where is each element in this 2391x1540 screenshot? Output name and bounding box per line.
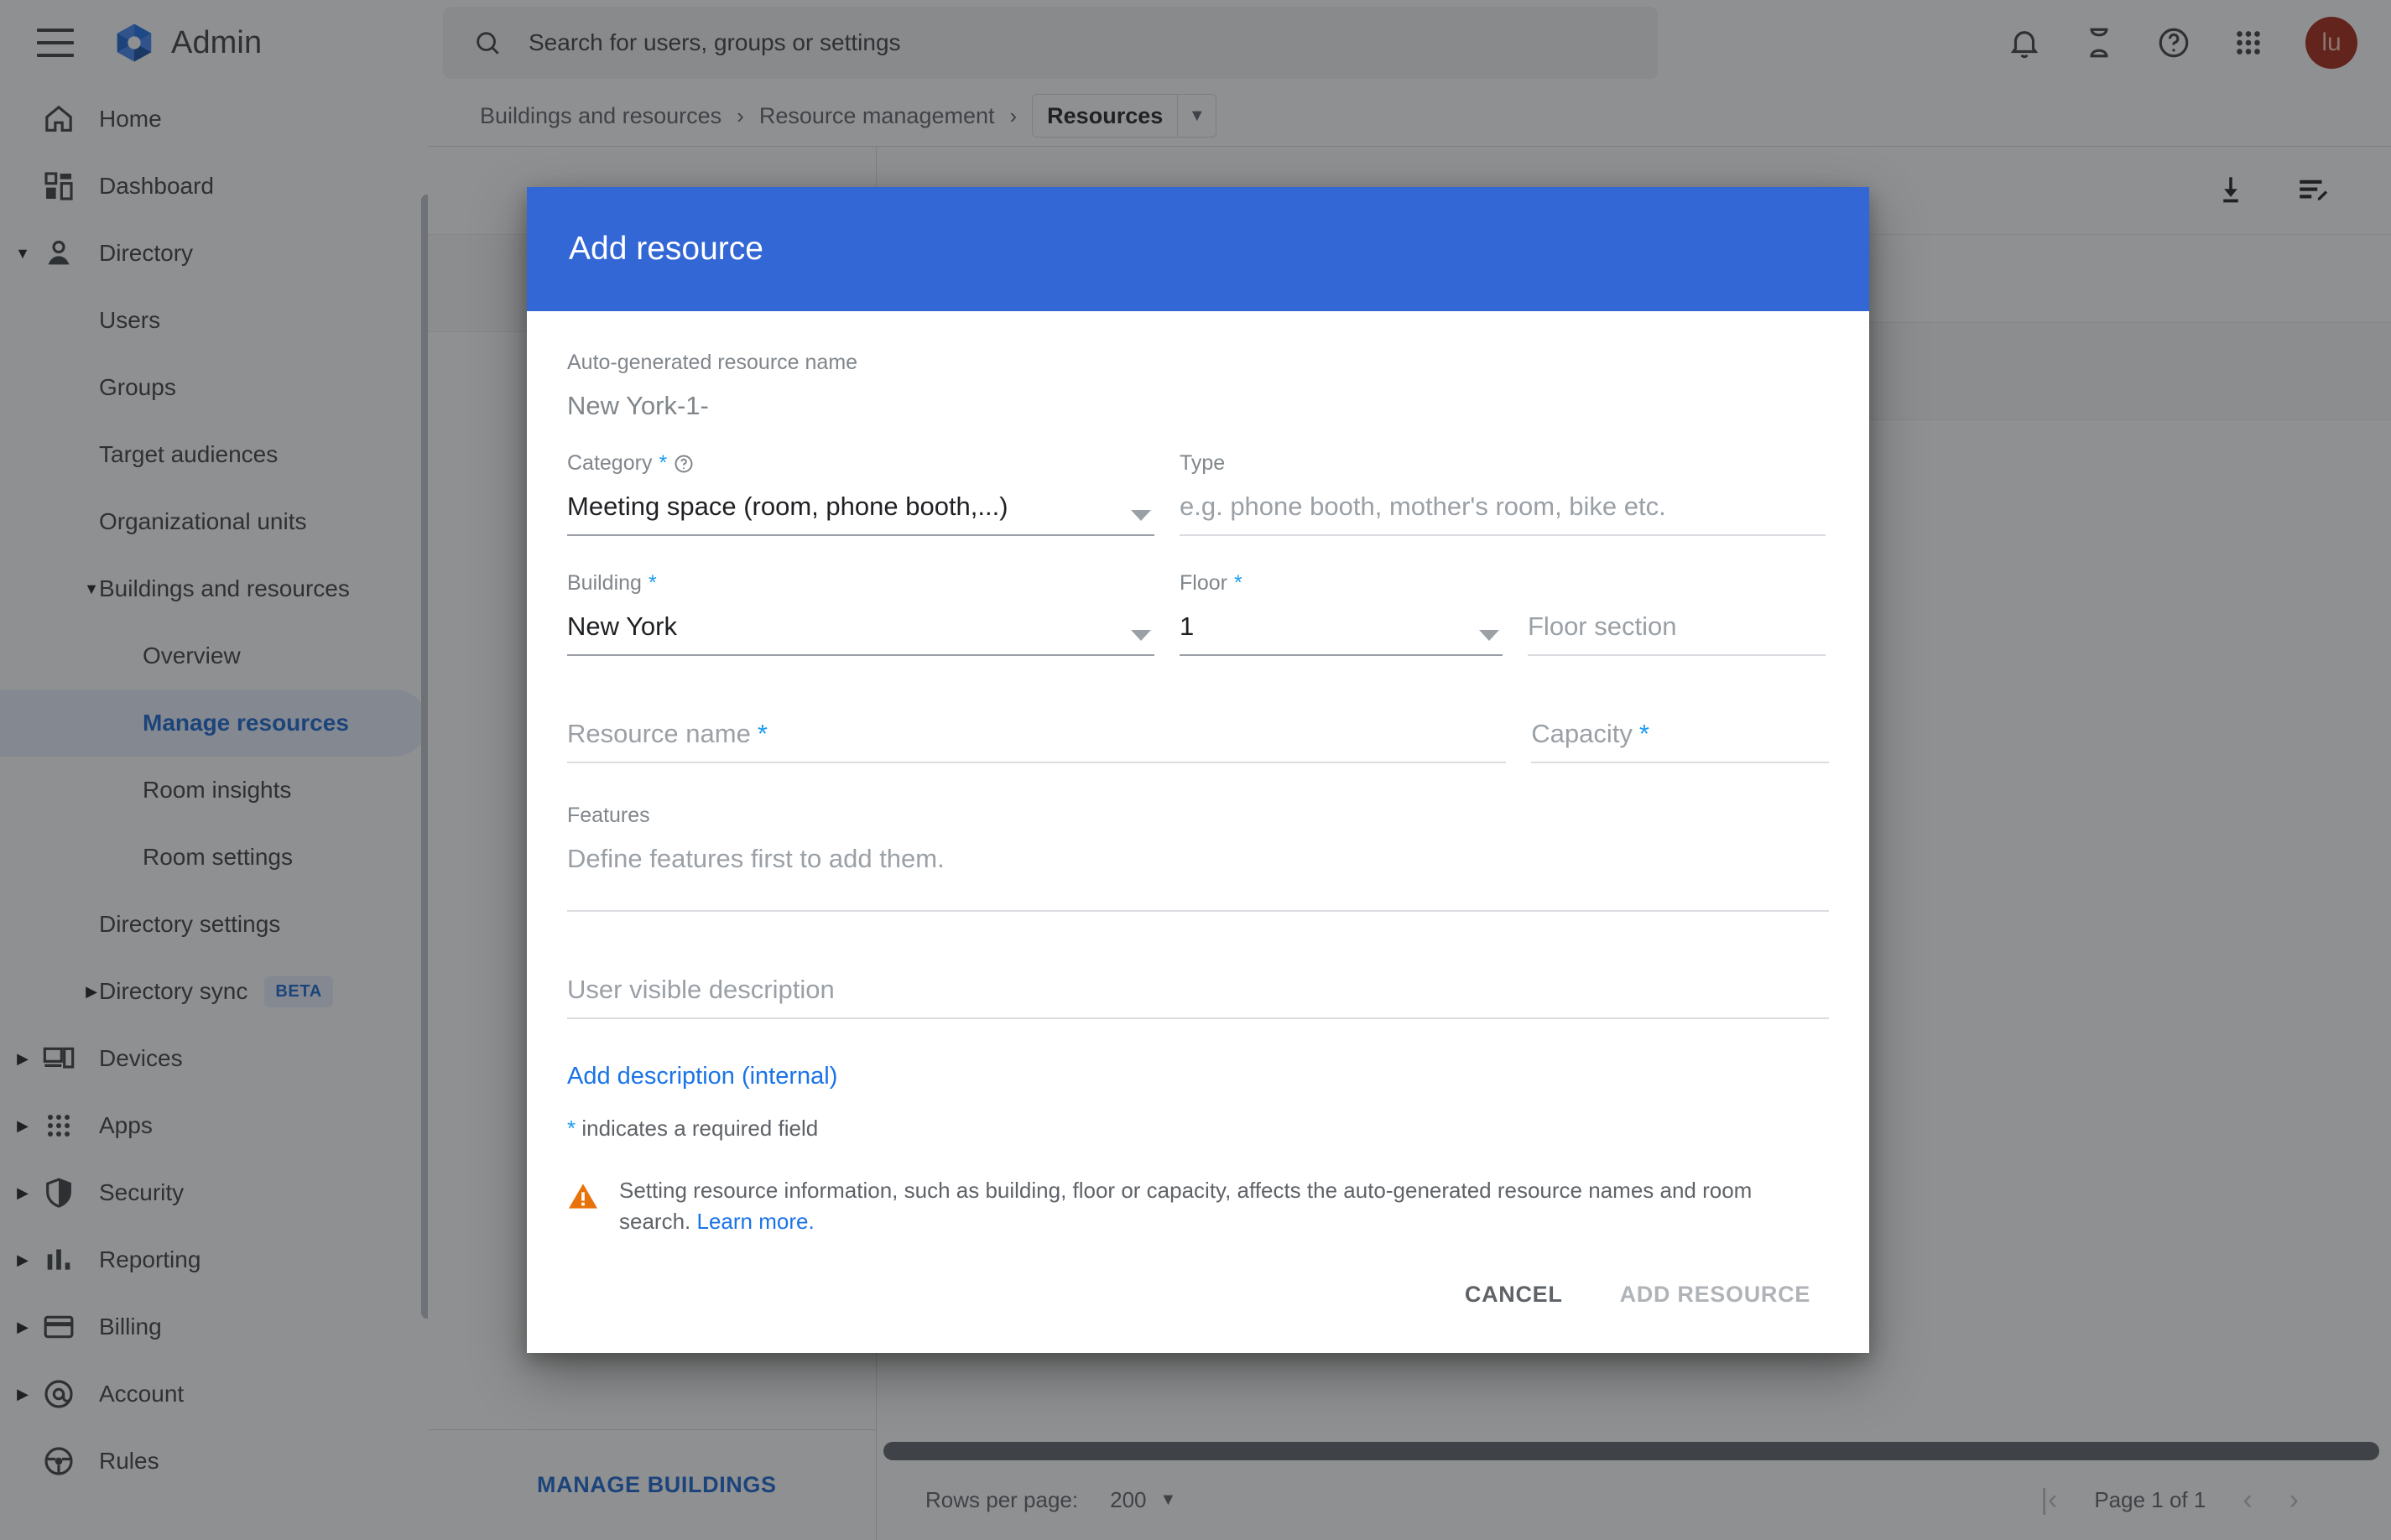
floor-section-placeholder: Floor section [1528,611,1677,641]
capacity-placeholder: Capacity [1531,719,1633,748]
capacity-field[interactable]: Capacity * [1531,715,1829,763]
features-field[interactable]: Features Define features first to add th… [567,804,1829,912]
features-label: Features [567,804,650,827]
resource-name-field[interactable]: Resource name * [567,715,1507,763]
warning-banner: Setting resource information, such as bu… [567,1175,1829,1237]
floor-underline [1180,654,1503,656]
category-type-row: Category * Meeting space (room, phone bo… [567,451,1829,536]
floor-field[interactable]: Floor * 1 [1180,571,1503,656]
required-asterisk: * [648,571,657,595]
chevron-down-icon[interactable] [1131,510,1151,521]
floor-section-label-wrap [1528,571,1826,596]
building-label-wrap: Building * [567,571,1154,596]
help-circle-icon[interactable] [674,454,694,474]
category-field[interactable]: Category * Meeting space (room, phone bo… [567,451,1154,536]
floor-section-field[interactable]: Floor section [1528,571,1826,656]
chevron-down-icon[interactable] [1131,630,1151,641]
type-placeholder: e.g. phone booth, mother's room, bike et… [1180,492,1666,521]
dialog-body: Auto-generated resource name New York-1-… [527,311,1869,1237]
dialog-actions: CANCEL ADD RESOURCE [527,1237,1869,1353]
resource-name-placeholder: Resource name [567,719,751,748]
autogenerated-name-caption: Auto-generated resource name [567,351,858,374]
dialog-title: Add resource [569,231,763,267]
warning-triangle-icon [569,1184,597,1209]
resource-name-underline [567,762,1507,763]
user-visible-description-placeholder: User visible description [567,975,835,1004]
building-value: New York [567,611,677,641]
required-asterisk: * [1233,571,1242,595]
features-placeholder: Define features first to add them. [567,844,945,873]
building-label: Building [567,571,642,595]
learn-more-link[interactable]: Learn more. [697,1209,815,1234]
resource-name-placeholder-wrap: Resource name * [567,715,1506,753]
user-visible-description-underline [567,1017,1829,1019]
user-visible-description-field[interactable]: User visible description [567,970,1829,1019]
autogenerated-name-value: New York-1- [567,391,709,420]
dialog-header: Add resource [527,187,1869,311]
chevron-down-icon[interactable] [1479,630,1499,641]
features-underline [567,910,1829,912]
building-field[interactable]: Building * New York [567,571,1154,656]
required-asterisk: * [757,719,768,748]
required-asterisk: * [659,451,668,475]
building-floor-row: Building * New York Floor * 1 Floor sect… [567,571,1829,656]
floor-section-underline [1528,654,1826,656]
floor-value: 1 [1180,611,1195,641]
add-resource-dialog: Add resource Auto-generated resource nam… [527,187,1869,1353]
required-asterisk: * [1638,719,1649,748]
category-value: Meeting space (room, phone booth,...) [567,492,1008,521]
required-field-note-text: indicates a required field [576,1116,819,1141]
autogenerated-name-block: Auto-generated resource name New York-1- [567,351,1829,421]
required-asterisk: * [567,1116,576,1141]
capacity-placeholder-wrap: Capacity * [1531,715,1829,753]
floor-label-wrap: Floor * [1180,571,1503,596]
add-resource-button[interactable]: ADD RESOURCE [1598,1265,1832,1324]
add-description-link[interactable]: Add description (internal) [567,1063,1829,1090]
building-underline [567,654,1154,656]
floor-label: Floor [1180,571,1227,595]
type-field[interactable]: Type e.g. phone booth, mother's room, bi… [1180,451,1826,536]
warning-text-wrap: Setting resource information, such as bu… [619,1175,1807,1237]
required-field-note: * indicates a required field [567,1116,1829,1142]
category-underline [567,534,1154,536]
type-label-wrap: Type [1180,451,1826,476]
type-label: Type [1180,451,1226,475]
category-label: Category [567,451,653,475]
type-underline [1180,534,1826,536]
category-label-wrap: Category * [567,451,1154,476]
cancel-button[interactable]: CANCEL [1443,1265,1585,1324]
resource-capacity-row: Resource name * Capacity * [567,715,1829,763]
capacity-underline [1531,762,1829,763]
